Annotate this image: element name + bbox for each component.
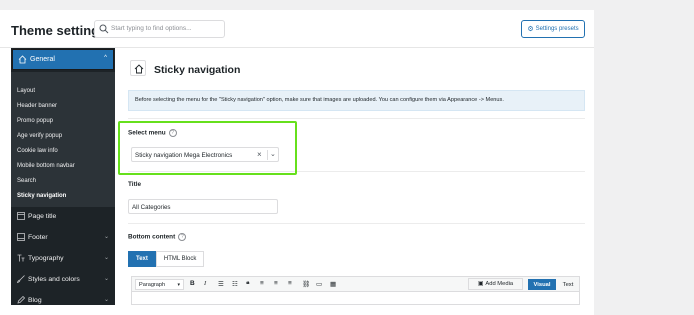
search-placeholder: Start typing to find options...	[111, 25, 192, 32]
subitem-search[interactable]: Search	[17, 178, 36, 184]
header-bar: Theme settings Start typing to find opti…	[0, 10, 594, 48]
align-right-icon[interactable]: ≡	[288, 280, 292, 287]
sidebar-item-label: Footer	[28, 234, 48, 241]
sidebar-item-typography[interactable]: Typography ⌄	[11, 249, 115, 269]
general-submenu: Layout Header banner Promo popup Age ver…	[11, 72, 115, 207]
add-media-label: Add Media	[485, 281, 514, 287]
editor-toolbar: Paragraph ▾ B I ☰ ☷ ❝ ≡ ≡ ≡ ⛓ ▭ ▦ ▣ Add …	[132, 277, 579, 292]
tab-text[interactable]: Text	[128, 251, 156, 267]
options-search-input[interactable]: Start typing to find options...	[94, 20, 225, 38]
settings-presets-label: Settings presets	[535, 26, 579, 32]
content-type-tabs: Text HTML Block	[128, 251, 205, 267]
brush-icon	[17, 275, 25, 283]
select-menu-dropdown[interactable]: Sticky navigation Mega Electronics × ⌄	[131, 147, 279, 162]
align-left-icon[interactable]: ≡	[260, 280, 264, 287]
sidebar-item-page-title[interactable]: Page title	[11, 207, 115, 227]
chevron-down-icon: ⌄	[103, 276, 109, 282]
chevron-down-icon: ⌄	[103, 297, 109, 303]
divider	[128, 171, 585, 172]
add-media-button[interactable]: ▣ Add Media	[468, 278, 523, 290]
toolbar-toggle-icon[interactable]: ▦	[330, 280, 336, 288]
settings-presets-button[interactable]: ⚙ Settings presets	[521, 20, 585, 38]
bold-icon[interactable]: B	[190, 280, 195, 287]
help-icon[interactable]: ?	[168, 129, 177, 137]
subitem-cookie-law-info[interactable]: Cookie law info	[17, 148, 58, 154]
section-home-icon	[130, 60, 146, 76]
numbered-list-icon[interactable]: ☷	[232, 280, 238, 288]
subitem-layout[interactable]: Layout	[17, 88, 35, 94]
subitem-mobile-bottom-navbar[interactable]: Mobile bottom navbar	[17, 163, 75, 169]
tab-visual[interactable]: Visual	[528, 279, 556, 290]
sidebar-item-styles-and-colors[interactable]: Styles and colors ⌄	[11, 270, 115, 290]
gear-icon: ⚙	[527, 26, 534, 33]
sidebar-item-label: Typography	[28, 255, 64, 262]
page-icon	[17, 212, 25, 220]
footer-icon	[17, 233, 25, 241]
info-notice: Before selecting the menu for the "Stick…	[128, 90, 585, 111]
italic-icon[interactable]: I	[204, 280, 206, 287]
media-icon: ▣	[477, 281, 484, 287]
select-menu-value: Sticky navigation Mega Electronics	[135, 152, 233, 159]
bullet-list-icon[interactable]: ☰	[218, 280, 224, 288]
home-icon	[18, 55, 27, 64]
chevron-down-icon: ▾	[177, 282, 180, 288]
select-menu-label-text: Select menu	[128, 129, 166, 137]
select-menu-label: Select menu?	[128, 129, 177, 137]
content-editor[interactable]: Paragraph ▾ B I ☰ ☷ ❝ ≡ ≡ ≡ ⛓ ▭ ▦ ▣ Add …	[131, 276, 580, 305]
bottom-content-label: Bottom content?	[128, 233, 187, 241]
clear-icon[interactable]: ×	[257, 150, 262, 159]
chevron-up-icon: ^	[104, 55, 107, 61]
title-label: Title	[128, 181, 142, 188]
sidebar-item-blog[interactable]: Blog ⌄	[11, 291, 115, 311]
subitem-sticky-navigation[interactable]: Sticky navigation	[17, 193, 66, 199]
align-center-icon[interactable]: ≡	[274, 280, 278, 287]
sidebar-item-label: Page title	[28, 213, 57, 220]
subitem-header-banner[interactable]: Header banner	[17, 103, 57, 109]
subitem-age-verify-popup[interactable]: Age verify popup	[17, 133, 62, 139]
format-value: Paragraph	[139, 282, 166, 288]
chevron-down-icon[interactable]: ⌄	[270, 150, 276, 158]
chevron-down-icon: ⌄	[103, 255, 109, 261]
blog-icon	[17, 296, 25, 304]
help-icon[interactable]: ?	[178, 233, 187, 241]
read-more-icon[interactable]: ▭	[316, 280, 322, 288]
divider	[128, 118, 585, 119]
select-divider	[267, 150, 268, 160]
title-field[interactable]: All Categories	[128, 199, 278, 214]
sidebar-item-general-label: General	[30, 56, 55, 63]
tab-text-editor[interactable]: Text	[558, 279, 578, 290]
sidebar-item-footer[interactable]: Footer ⌄	[11, 228, 115, 248]
sidebar-item-label: Styles and colors	[28, 276, 80, 283]
sidebar-item-general[interactable]: General ^	[12, 49, 114, 70]
settings-content: Sticky navigation Before selecting the m…	[128, 48, 585, 305]
typography-icon	[17, 254, 25, 262]
tab-html-block[interactable]: HTML Block	[155, 251, 205, 267]
format-select[interactable]: Paragraph ▾	[135, 279, 184, 290]
section-title: Sticky navigation	[154, 64, 241, 76]
subitem-promo-popup[interactable]: Promo popup	[17, 118, 53, 124]
divider	[128, 223, 585, 224]
sidebar-item-label: Blog	[28, 297, 42, 304]
blockquote-icon[interactable]: ❝	[246, 280, 250, 288]
search-icon	[99, 24, 109, 34]
bottom-content-label-text: Bottom content	[128, 233, 176, 241]
settings-sidebar: General ^ Layout Header banner Promo pop…	[11, 48, 115, 305]
link-icon[interactable]: ⛓	[302, 280, 310, 288]
chevron-down-icon: ⌄	[103, 234, 109, 240]
page-heading: Theme settings	[11, 23, 107, 38]
